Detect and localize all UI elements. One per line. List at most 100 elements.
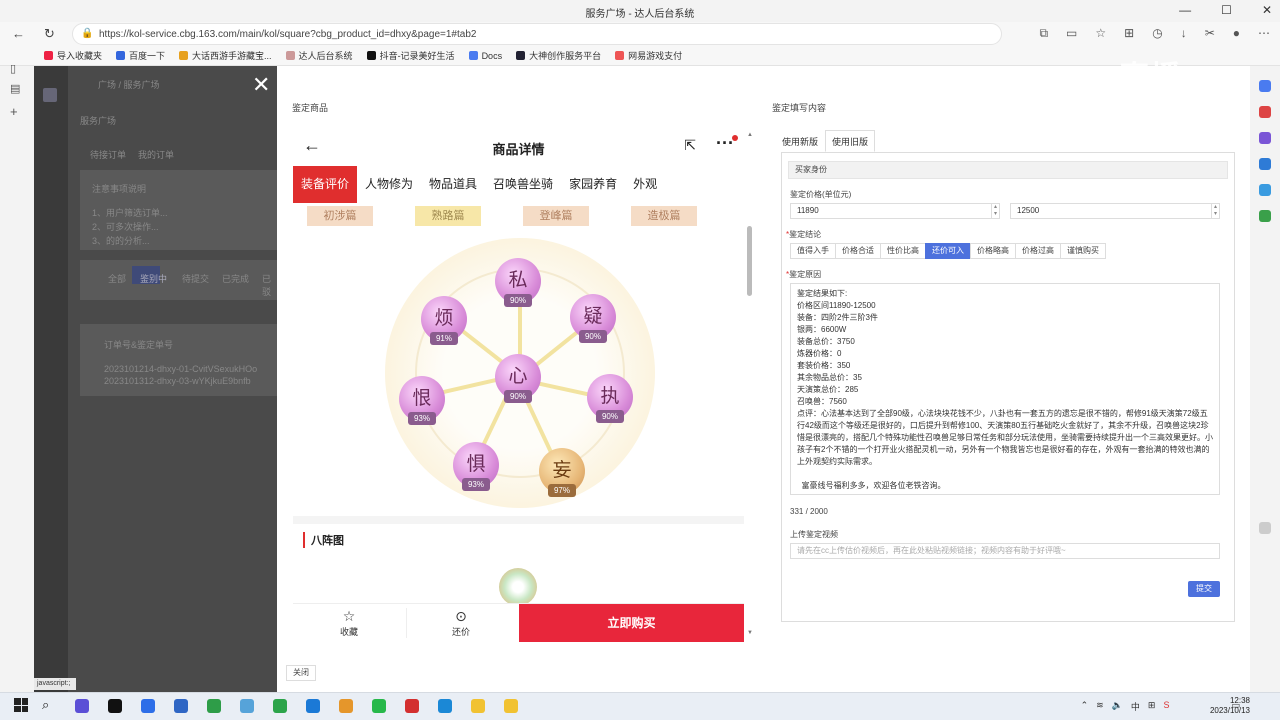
outlook-icon[interactable] — [1259, 158, 1271, 170]
search-icon[interactable]: ⌕ — [42, 697, 49, 713]
price-max-input[interactable]: 12500 ▴ ▾ — [1010, 203, 1220, 219]
profile-icon[interactable]: ● — [1233, 26, 1240, 41]
stepper-icon[interactable]: ▴ ▾ — [1211, 204, 1219, 218]
submit-button[interactable]: 提交 — [1188, 581, 1220, 597]
maximize-icon[interactable]: ☐ — [1221, 3, 1232, 17]
bookmark-item[interactable]: 达人后台系统 — [285, 49, 353, 62]
favorite-button[interactable]: ☆ 收藏 — [337, 608, 361, 638]
start-icon[interactable] — [14, 698, 28, 712]
menu-icon[interactable]: ⋯ — [1258, 26, 1270, 41]
bookmark-item[interactable]: 大神创作服务平台 — [516, 49, 601, 62]
phone-tab[interactable]: 物品道具 — [421, 166, 485, 203]
xinfa-orb[interactable]: 疑 90% — [570, 294, 616, 343]
app-icon[interactable] — [438, 699, 452, 713]
wifi-icon[interactable]: ≋ — [1096, 700, 1104, 713]
xinfa-orb[interactable]: 烦 91% — [421, 296, 467, 345]
conclusion-option[interactable]: 价格过高 — [1015, 243, 1061, 259]
tree-icon[interactable] — [1259, 210, 1271, 222]
xinfa-orb[interactable]: 妄 97% — [539, 448, 585, 497]
app-icon[interactable] — [207, 699, 221, 713]
calculator-icon[interactable] — [174, 699, 188, 713]
bookmark-item[interactable]: 大话西游手游藏宝... — [179, 49, 272, 62]
price-min-input[interactable]: 11890 ▴ ▾ — [790, 203, 1000, 219]
share-icon[interactable]: ⇱ — [684, 137, 696, 154]
back-icon[interactable]: ← — [12, 26, 25, 41]
tray-app-icon[interactable]: ⊞ — [1148, 700, 1156, 713]
extension-icon[interactable]: ⧉ — [1039, 26, 1048, 41]
screenshot-icon[interactable]: ✂ — [1205, 26, 1215, 41]
modal-close-icon[interactable]: ✕ — [252, 74, 270, 96]
favorites-icon[interactable]: ☆ — [1095, 26, 1106, 41]
tools-icon[interactable] — [1259, 106, 1271, 118]
stage-button[interactable]: 造极篇 — [631, 206, 697, 226]
stage-button[interactable]: 熟路篇 — [415, 206, 481, 226]
collections-icon[interactable]: ⊞ — [1124, 26, 1134, 41]
download-icon[interactable]: ↓ — [1181, 26, 1187, 41]
conclusion-option[interactable]: 性价比高 — [880, 243, 926, 259]
app-icon[interactable] — [471, 699, 485, 713]
buy-now-button[interactable]: 立即购买 — [519, 604, 744, 642]
bookmark-item[interactable]: 百度一下 — [116, 49, 165, 62]
app-icon[interactable] — [75, 699, 89, 713]
scroll-up-icon[interactable]: ▲ — [747, 132, 753, 138]
app-icon[interactable] — [504, 699, 518, 713]
close-button[interactable]: 关闭 — [286, 665, 316, 681]
edge-icon[interactable] — [306, 699, 320, 713]
stage-button[interactable]: 初涉篇 — [307, 206, 373, 226]
tray-expand-icon[interactable]: ⌃ — [1081, 700, 1089, 713]
tray-app-icon[interactable]: S — [1163, 700, 1169, 713]
app-icon[interactable] — [240, 699, 254, 713]
bookmark-item[interactable]: 抖音-记录美好生活 — [366, 49, 455, 62]
conclusion-option[interactable]: 谨慎购买 — [1060, 243, 1106, 259]
phone-tab[interactable]: 召唤兽坐骑 — [485, 166, 561, 203]
volume-icon[interactable]: 🔈 — [1112, 700, 1123, 713]
url-field[interactable]: 🔒 https://kol-service.cbg.163.com/main/k… — [72, 23, 1002, 45]
bookmark-item[interactable]: Docs — [468, 51, 502, 61]
sidebar-settings-icon[interactable] — [1259, 522, 1271, 534]
tiktok-icon[interactable] — [108, 699, 122, 713]
app-icon[interactable] — [405, 699, 419, 713]
conclusion-option[interactable]: 价格略高 — [970, 243, 1016, 259]
conclusion-option[interactable]: 值得入手 — [790, 243, 836, 259]
page-icon[interactable]: ▤ — [10, 82, 20, 95]
xinfa-orb[interactable]: 心 90% — [495, 354, 541, 403]
clock[interactable]: 12:38 2023/10/13 — [1210, 696, 1250, 716]
stepper-icon[interactable]: ▴ ▾ — [991, 204, 999, 218]
form-tab[interactable]: 使用旧版 — [825, 130, 876, 152]
tab-strip-icon[interactable]: ▯ — [10, 62, 16, 75]
xinfa-orb[interactable]: 惧 93% — [453, 442, 499, 491]
wechat-icon[interactable] — [372, 699, 386, 713]
scroll-thumb[interactable] — [747, 226, 752, 296]
copilot-icon[interactable] — [1259, 80, 1271, 92]
history-icon[interactable]: ◷ — [1152, 26, 1162, 41]
refresh-icon[interactable]: ↻ — [44, 26, 55, 42]
conclusion-option[interactable]: 还价可入 — [925, 243, 971, 259]
split-icon[interactable]: ▭ — [1066, 26, 1077, 41]
games-icon[interactable] — [1259, 132, 1271, 144]
phone-tab[interactable]: 人物修为 — [357, 166, 421, 203]
reason-textarea[interactable]: 鉴定结果如下: 价格区间11890-12500 装备：四阶2件三阶3件 银两：6… — [790, 283, 1220, 495]
xinfa-orb[interactable]: 执 90% — [587, 374, 633, 423]
app-icon[interactable] — [141, 699, 155, 713]
bookmark-item[interactable]: 网易游戏支付 — [615, 49, 682, 62]
xinfa-orb[interactable]: 私 90% — [495, 258, 541, 307]
phone-tab[interactable]: 装备评价 — [293, 166, 358, 203]
scroll-down-icon[interactable]: ▼ — [747, 630, 753, 636]
phone-scrollbar[interactable]: ▲ ▼ — [747, 132, 753, 642]
minimize-icon[interactable]: — — [1179, 3, 1191, 17]
stage-button[interactable]: 登峰篇 — [523, 206, 589, 226]
bargain-button[interactable]: ⊙ 还价 — [449, 608, 473, 638]
bookmark-item[interactable]: 导入收藏夹 — [44, 49, 102, 62]
phone-tab[interactable]: 外观 — [625, 166, 665, 203]
close-window-icon[interactable]: ✕ — [1262, 3, 1272, 17]
add-tab-icon[interactable]: + — [10, 104, 18, 119]
game-icon[interactable] — [339, 699, 353, 713]
form-tab[interactable]: 使用新版 — [775, 130, 825, 152]
video-link-input[interactable]: 请先在cc上传估价视频后，再在此处粘贴视频链接；视频内容有助于好评哦~ — [790, 543, 1220, 559]
send-icon[interactable] — [1259, 184, 1271, 196]
conclusion-option[interactable]: 价格合适 — [835, 243, 881, 259]
xinfa-orb[interactable]: 恨 93% — [399, 376, 445, 425]
ime-indicator[interactable]: 中 — [1131, 700, 1140, 713]
app-icon[interactable] — [273, 699, 287, 713]
phone-tab[interactable]: 家园养育 — [561, 166, 625, 203]
